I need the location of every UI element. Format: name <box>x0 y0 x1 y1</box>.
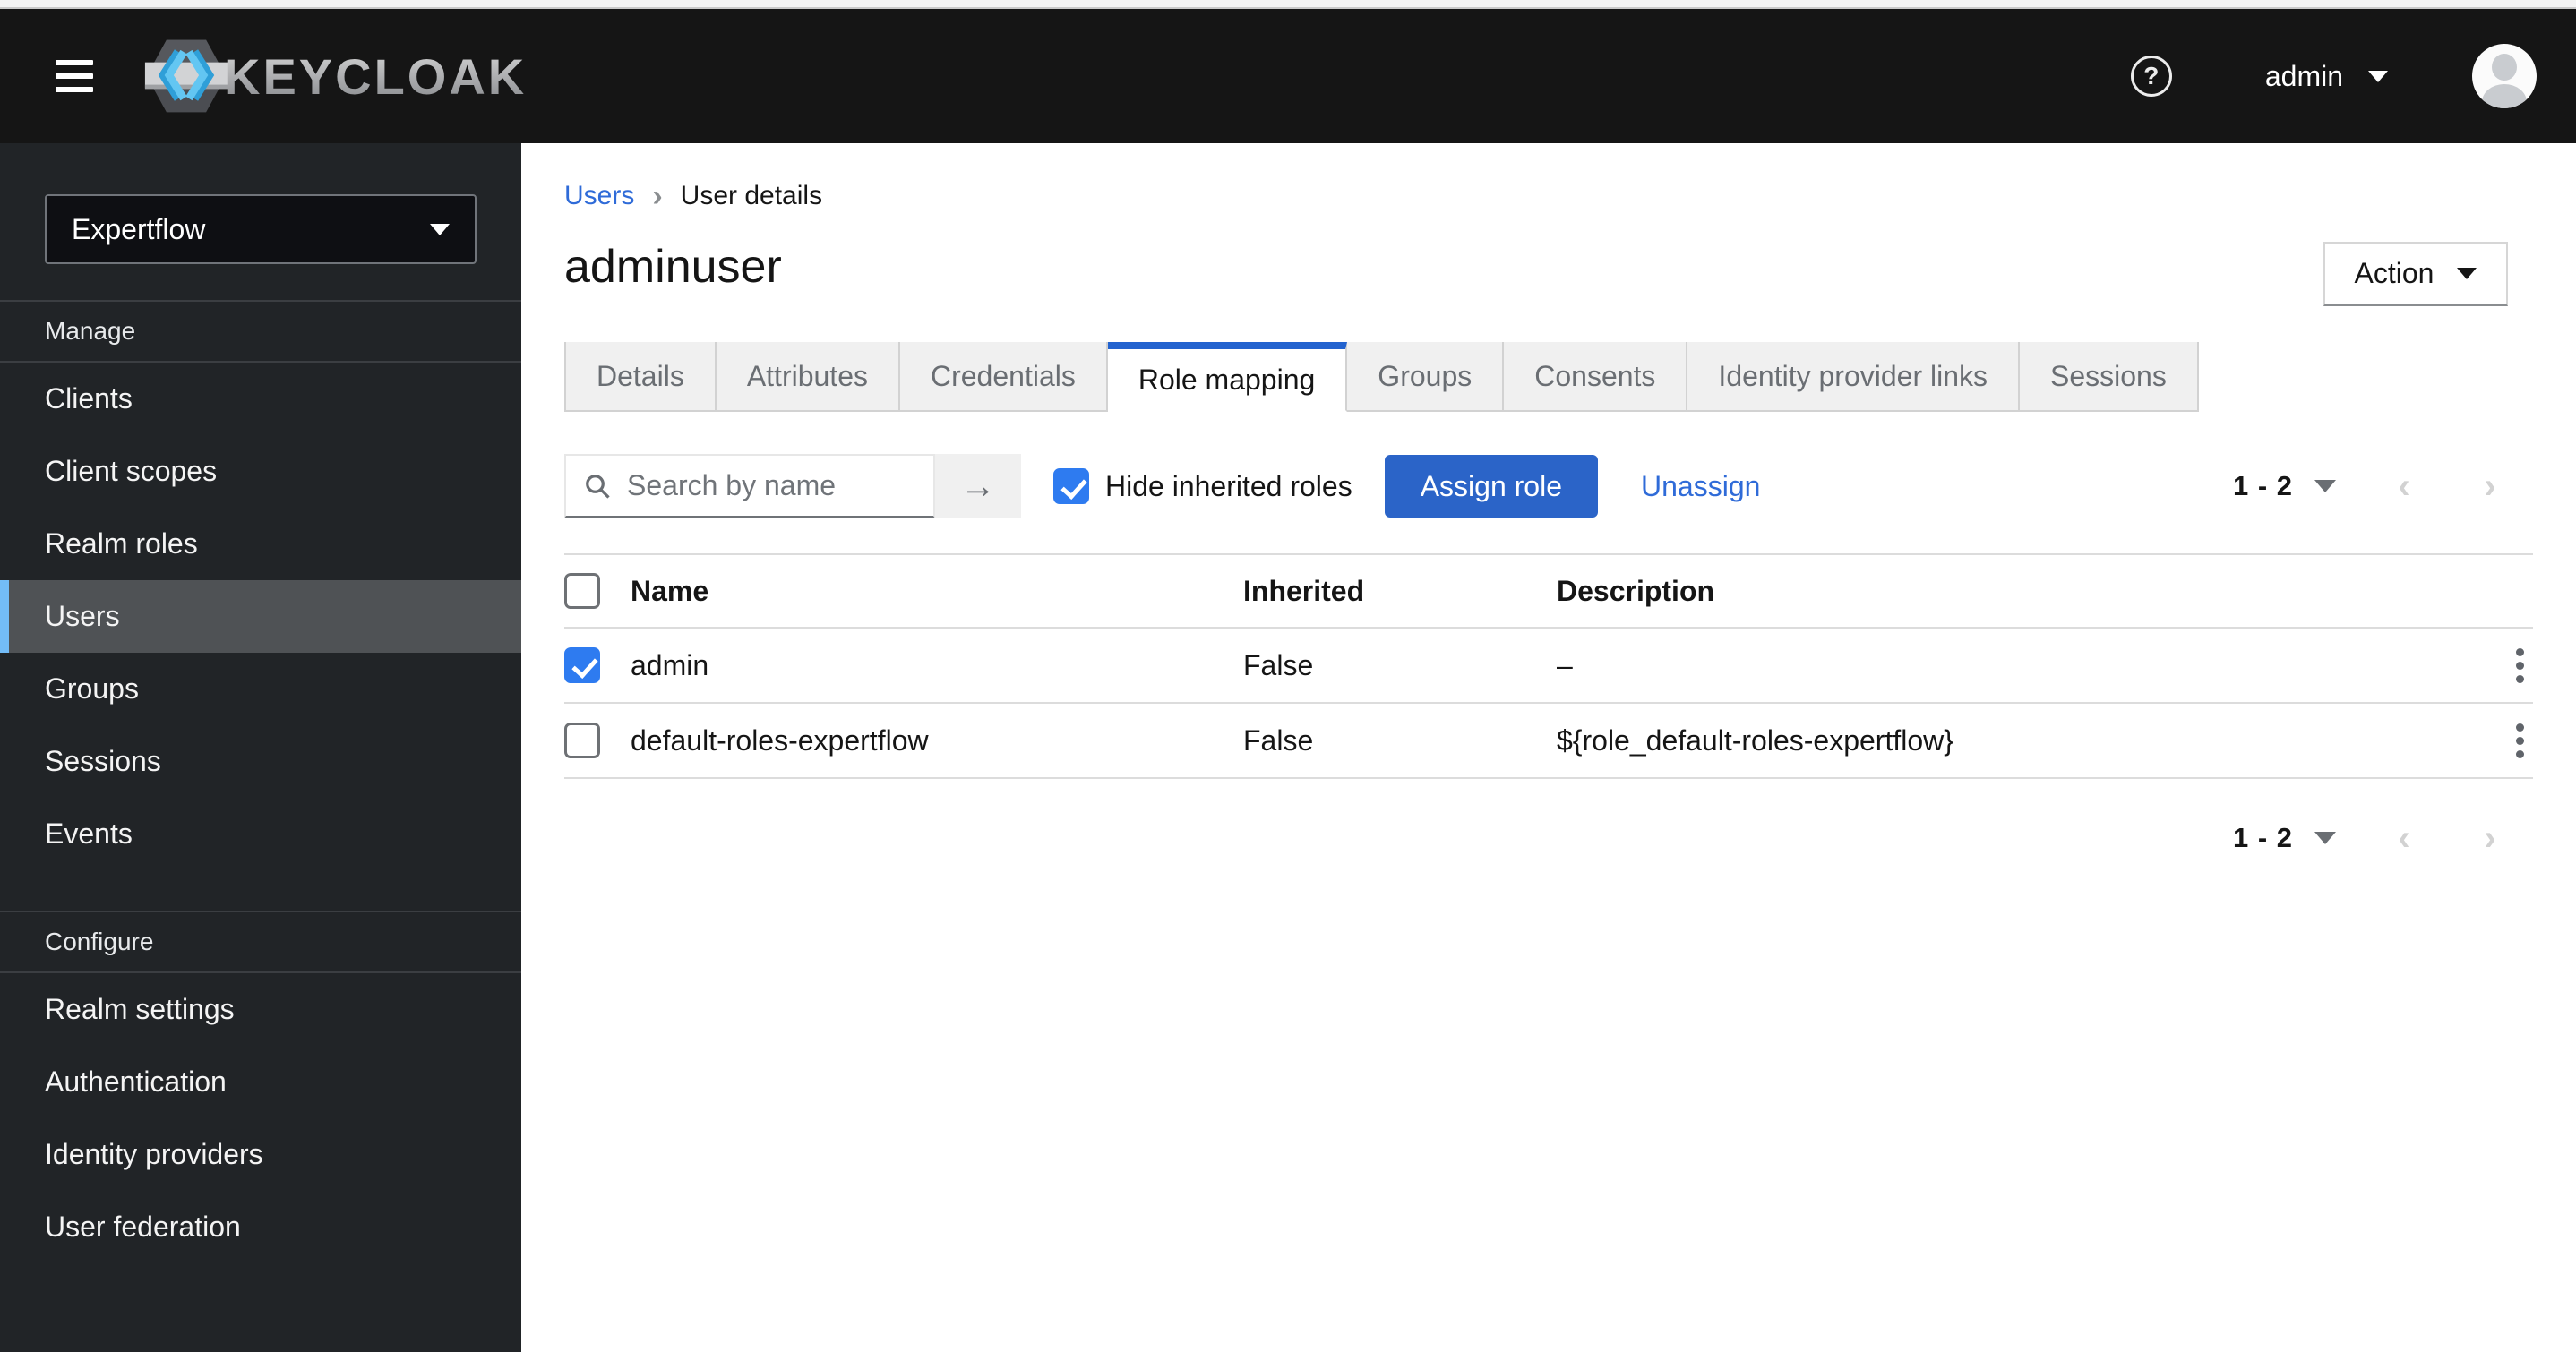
chevron-down-icon <box>2457 268 2477 279</box>
chevron-right-icon: › <box>2484 466 2496 506</box>
hide-inherited-roles-label[interactable]: Hide inherited roles <box>1105 470 1352 503</box>
user-menu-label: admin <box>2264 59 2343 92</box>
row-checkbox-admin[interactable] <box>564 647 600 683</box>
help-icon[interactable]: ? <box>2130 56 2172 97</box>
unassign-button[interactable]: Unassign <box>1641 470 1760 503</box>
row-kebab-menu-icon[interactable] <box>2507 718 2533 764</box>
breadcrumb-current: User details <box>680 181 823 210</box>
tab-sessions[interactable]: Sessions <box>2020 342 2199 412</box>
sidebar-section-manage: Manage <box>45 317 136 345</box>
pagination-next-button[interactable]: › <box>2447 468 2533 504</box>
sidebar-item-authentication[interactable]: Authentication <box>0 1046 521 1118</box>
role-description-cell: – <box>1557 648 1573 681</box>
role-name-cell: admin <box>631 648 709 681</box>
tab-details[interactable]: Details <box>564 342 717 412</box>
pagination-prev-button[interactable]: ‹ <box>2361 820 2447 856</box>
sidebar-item-sessions[interactable]: Sessions <box>0 725 521 798</box>
search-input[interactable] <box>625 468 906 503</box>
user-menu-dropdown[interactable]: admin <box>2265 60 2388 93</box>
chevron-down-icon <box>430 223 450 235</box>
table-row: default-roles-expertflow False ${role_de… <box>564 704 2533 779</box>
sidebar-item-user-federation[interactable]: User federation <box>0 1191 521 1263</box>
action-button-label: Action <box>2354 257 2434 289</box>
window-top-strip <box>0 0 2576 9</box>
main-content: Users › User details adminuser Action De… <box>521 143 2576 1352</box>
chevron-right-icon: › <box>652 179 663 213</box>
sidebar-item-clients[interactable]: Clients <box>0 363 521 435</box>
tab-groups[interactable]: Groups <box>1347 342 1505 412</box>
sidebar-item-users[interactable]: Users <box>0 580 521 653</box>
hamburger-menu-icon[interactable] <box>56 60 93 92</box>
keycloak-logo[interactable]: KEYCLOAK <box>143 33 527 119</box>
role-mapping-table: Name Inherited Description admin False –… <box>564 553 2533 779</box>
column-header-name: Name <box>631 574 709 607</box>
breadcrumb-users-link[interactable]: Users <box>564 181 634 211</box>
keycloak-logo-icon <box>143 33 229 119</box>
assign-role-button[interactable]: Assign role <box>1384 455 1598 518</box>
breadcrumb: Users › User details <box>564 181 2533 211</box>
chevron-down-icon <box>2314 832 2336 844</box>
sidebar-section-configure: Configure <box>45 928 154 955</box>
pagination-bottom: 1 - 2 ‹ › <box>2233 820 2533 856</box>
hide-inherited-roles-checkbox[interactable] <box>1053 468 1089 504</box>
hide-inherited-roles-control: Hide inherited roles <box>1053 468 1352 504</box>
chevron-left-icon: ‹ <box>2398 466 2410 506</box>
pagination-next-button[interactable]: › <box>2447 820 2533 856</box>
row-checkbox-default-roles[interactable] <box>564 723 600 758</box>
role-inherited-cell: False <box>1243 723 1314 757</box>
table-header-row: Name Inherited Description <box>564 553 2533 629</box>
chevron-down-icon <box>2368 70 2388 82</box>
masthead: KEYCLOAK ? admin <box>0 9 2576 143</box>
select-all-checkbox[interactable] <box>564 573 600 609</box>
realm-selector[interactable]: Expertflow <box>45 194 477 264</box>
column-header-inherited: Inherited <box>1243 574 1365 607</box>
row-kebab-menu-icon[interactable] <box>2507 643 2533 689</box>
tab-credentials[interactable]: Credentials <box>899 342 1108 412</box>
pagination-top: 1 - 2 ‹ › <box>2233 468 2533 504</box>
search-submit-button[interactable]: → <box>935 454 1021 518</box>
sidebar-item-identity-providers[interactable]: Identity providers <box>0 1118 521 1191</box>
pagination-range-label: 1 - 2 <box>2232 822 2293 853</box>
role-name-cell: default-roles-expertflow <box>631 723 929 757</box>
sidebar-item-events[interactable]: Events <box>0 798 521 870</box>
chevron-right-icon: › <box>2484 818 2496 858</box>
table-row: admin False – <box>564 629 2533 704</box>
pagination-range-dropdown[interactable]: 1 - 2 <box>2233 822 2336 854</box>
pagination-range-dropdown[interactable]: 1 - 2 <box>2233 470 2336 502</box>
chevron-down-icon <box>2314 480 2336 492</box>
arrow-right-icon: → <box>960 466 996 506</box>
avatar[interactable] <box>2472 44 2537 108</box>
sidebar-item-client-scopes[interactable]: Client scopes <box>0 435 521 508</box>
sidebar-item-groups[interactable]: Groups <box>0 653 521 725</box>
sidebar-item-realm-roles[interactable]: Realm roles <box>0 508 521 580</box>
sidebar-item-realm-settings[interactable]: Realm settings <box>0 973 521 1046</box>
tab-consents[interactable]: Consents <box>1504 342 1688 412</box>
role-inherited-cell: False <box>1243 648 1314 681</box>
tab-attributes[interactable]: Attributes <box>716 342 900 412</box>
action-dropdown-button[interactable]: Action <box>2323 242 2508 306</box>
page-title: adminuser <box>564 241 782 293</box>
search-icon <box>586 474 610 499</box>
tab-role-mapping[interactable]: Role mapping <box>1107 342 1348 412</box>
pagination-range-label: 1 - 2 <box>2232 470 2293 501</box>
chevron-left-icon: ‹ <box>2398 818 2410 858</box>
role-description-cell: ${role_default-roles-expertflow} <box>1557 723 1953 757</box>
pagination-prev-button[interactable]: ‹ <box>2361 468 2447 504</box>
role-mapping-toolbar: → Hide inherited roles Assign role Unass… <box>564 453 2533 519</box>
sidebar: Expertflow Manage Clients Client scopes … <box>0 143 521 1352</box>
tab-bar: Details Attributes Credentials Role mapp… <box>564 342 2533 412</box>
brand-title: KEYCLOAK <box>224 47 528 105</box>
column-header-description: Description <box>1557 574 1715 607</box>
search-input-wrapper <box>564 454 935 518</box>
tab-identity-provider-links[interactable]: Identity provider links <box>1687 342 2020 412</box>
realm-selector-value: Expertflow <box>72 212 206 245</box>
